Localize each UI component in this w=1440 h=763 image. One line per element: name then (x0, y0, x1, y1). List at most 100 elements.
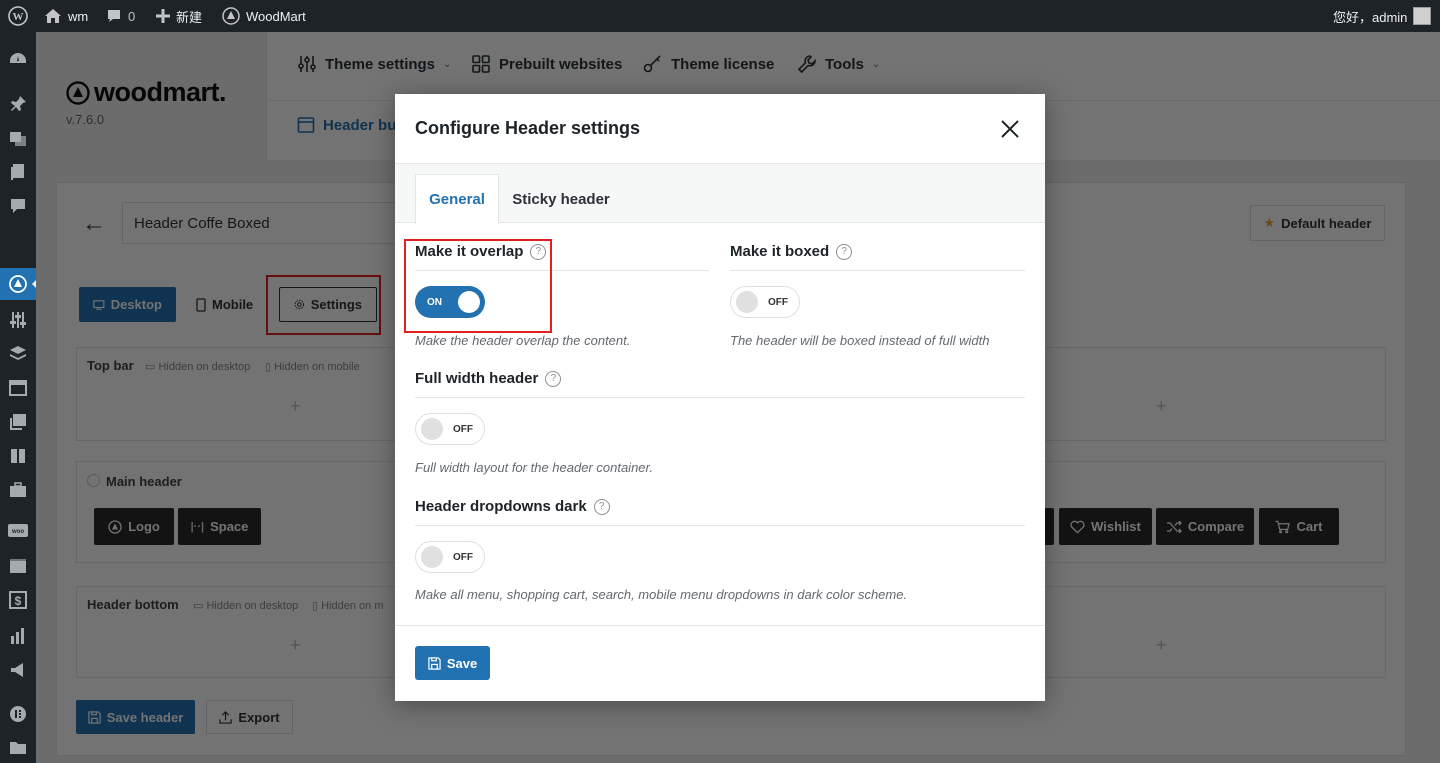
version-label: v.7.6.0 (66, 112, 105, 127)
toggle-state: OFF (768, 296, 788, 308)
add-element-icon[interactable]: + (1156, 635, 1167, 656)
greeting: 您好，admin (1333, 9, 1408, 25)
cart-icon (1275, 520, 1291, 533)
home-icon (45, 9, 61, 23)
default-header-label: Default header (1281, 215, 1372, 231)
header-bottom-title: Header bottom (87, 597, 179, 612)
help-icon[interactable]: ? (836, 243, 853, 260)
default-header-button[interactable]: ★ Default header (1250, 205, 1385, 241)
account-menu[interactable]: 您好，admin (1333, 0, 1432, 32)
nav-prebuilt-websites[interactable]: Prebuilt websites (471, 54, 622, 74)
logo-element[interactable]: Logo (94, 508, 174, 545)
tab-sticky-header[interactable]: Sticky header (499, 174, 623, 224)
logo-text: woodmart. (94, 77, 227, 107)
toggle-state: OFF (453, 551, 473, 563)
woodmart-icon (222, 7, 240, 25)
elementor-icon[interactable] (8, 704, 28, 724)
wrench-icon (797, 55, 816, 74)
products-icon[interactable] (8, 556, 28, 576)
full-width-description: Full width layout for the header contain… (415, 460, 653, 475)
nav-label: Theme settings (325, 55, 436, 73)
space-element[interactable]: |··| Space (178, 508, 261, 545)
media-icon[interactable] (8, 128, 28, 148)
shuffle-icon (1166, 520, 1182, 533)
svg-text:woo: woo (11, 529, 24, 535)
gallery-icon[interactable] (8, 412, 28, 432)
top-bar-title: Top bar (87, 358, 134, 373)
export-label: Export (238, 709, 280, 725)
nav-header-builder[interactable]: Header bu (297, 116, 396, 134)
pin-icon[interactable] (8, 94, 28, 114)
desktop-view-button[interactable]: Desktop (79, 287, 176, 322)
nav-theme-license[interactable]: Theme license (643, 54, 774, 74)
woo-icon[interactable]: woo (8, 522, 28, 542)
sliders-menu-icon[interactable] (8, 310, 28, 330)
briefcase-icon[interactable] (8, 480, 28, 500)
header-name-field[interactable]: Header Coffe Boxed (122, 202, 442, 244)
nav-theme-settings[interactable]: Theme settings ⌄ (297, 54, 451, 74)
add-element-icon[interactable]: + (290, 635, 301, 656)
nav-tools[interactable]: Tools ⌄ (797, 54, 880, 74)
element-label: Logo (128, 519, 160, 534)
site-name-link[interactable]: wm (44, 0, 88, 32)
nav-label: Prebuilt websites (499, 55, 623, 73)
pages-icon[interactable] (8, 162, 28, 182)
cart-element[interactable]: Cart (1259, 508, 1339, 545)
add-element-icon[interactable]: + (290, 396, 301, 417)
woodmart-logo-icon (66, 80, 90, 105)
space-icon: |··| (190, 520, 205, 533)
save-header-button[interactable]: Save header (76, 700, 195, 734)
toggle-knob (421, 546, 443, 568)
code-icon[interactable] (8, 378, 28, 398)
book-icon[interactable] (8, 446, 28, 466)
folder-icon[interactable] (8, 738, 28, 758)
add-element-icon[interactable]: + (1156, 396, 1167, 417)
heart-icon (1070, 520, 1085, 534)
new-content-link[interactable]: 新建 (156, 0, 202, 32)
woodmart-menu-link[interactable]: WoodMart (222, 0, 306, 32)
save-button[interactable]: Save (415, 646, 490, 680)
back-arrow-icon[interactable]: ← (82, 210, 106, 238)
avatar (1413, 7, 1432, 25)
hint-text: Hidden on m (321, 600, 384, 612)
modal-tabs: General Sticky header (395, 163, 1045, 225)
help-icon[interactable]: ? (545, 370, 562, 387)
analytics-icon[interactable] (8, 626, 28, 646)
compare-element[interactable]: Compare (1156, 508, 1254, 545)
option-label-text: Full width header (415, 370, 539, 387)
header-bottom-hint-mobile: ▯ Hidden on m (312, 600, 384, 612)
wishlist-element[interactable]: Wishlist (1059, 508, 1152, 545)
floppy-icon (88, 710, 101, 724)
dropdowns-dark-toggle[interactable]: OFF (415, 541, 485, 573)
payments-icon[interactable]: $ (8, 590, 28, 610)
settings-highlight-box (266, 275, 381, 335)
row-radio[interactable] (87, 474, 100, 487)
woodmart-label: WoodMart (246, 8, 306, 24)
layers-icon[interactable] (8, 344, 28, 364)
full-width-label: Full width header ? (415, 370, 562, 387)
overlap-description: Make the header overlap the content. (415, 333, 631, 348)
comments-icon[interactable] (8, 196, 28, 216)
hint-text: Hidden on desktop (206, 600, 299, 612)
boxed-toggle[interactable]: OFF (730, 286, 800, 318)
view-label: Mobile (212, 297, 254, 312)
nav-label: Theme license (671, 55, 775, 73)
wordpress-logo-icon[interactable]: W (8, 0, 28, 32)
upload-icon (219, 710, 233, 724)
element-label: Wishlist (1091, 519, 1141, 534)
woodmart-menu-icon[interactable] (8, 274, 28, 294)
mobile-icon (196, 297, 206, 312)
help-icon[interactable]: ? (593, 498, 610, 515)
boxed-label: Make it boxed ? (730, 243, 853, 260)
close-icon[interactable] (997, 116, 1023, 142)
tab-general[interactable]: General (415, 174, 499, 225)
mobile-view-button[interactable]: Mobile (182, 287, 268, 322)
view-label: Desktop (110, 297, 162, 312)
export-button[interactable]: Export (206, 700, 293, 734)
marketing-icon[interactable] (8, 660, 28, 680)
comments-link[interactable]: 0 (106, 0, 135, 32)
site-name: wm (68, 8, 89, 24)
dashboard-icon[interactable] (8, 50, 28, 70)
full-width-toggle[interactable]: OFF (415, 413, 485, 445)
toggle-knob (736, 291, 758, 313)
